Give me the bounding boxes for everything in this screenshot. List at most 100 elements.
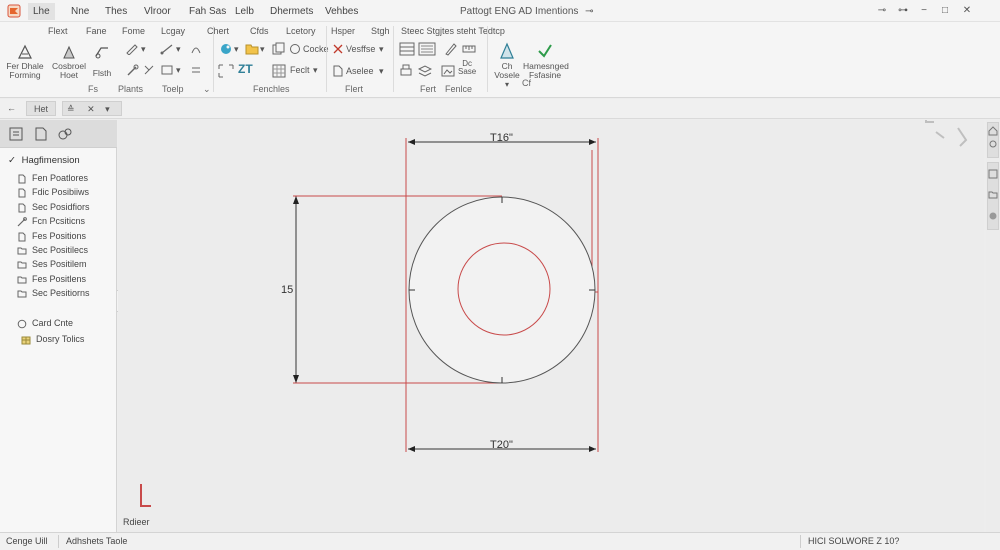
- dimension-text-bottom[interactable]: T20": [490, 439, 513, 451]
- brush-icon[interactable]: [125, 64, 139, 76]
- color-palette-icon[interactable]: [219, 42, 233, 56]
- menu-item-viewer[interactable]: Vlroor: [139, 3, 176, 20]
- feature-manager-icon[interactable]: [8, 126, 24, 142]
- ribbon-tab-cfds[interactable]: Cfds: [250, 25, 269, 37]
- ribbon-tab-fane[interactable]: Fane: [86, 25, 107, 37]
- share-icon[interactable]: ⊸: [873, 3, 891, 19]
- menu-item-vehbes[interactable]: Vehbes: [320, 3, 363, 20]
- dimension-text-top[interactable]: T16": [490, 132, 513, 144]
- tree-item[interactable]: Fen Poatlores: [17, 172, 88, 185]
- ribbon-tool-fer-dhale[interactable]: Fer Dhale Forming: [4, 44, 46, 80]
- tree-item[interactable]: Ses Positilem: [17, 258, 87, 271]
- layers-icon[interactable]: [418, 64, 432, 78]
- maximize-button[interactable]: □: [936, 3, 954, 19]
- circle-icon[interactable]: [289, 43, 301, 55]
- feclt-button[interactable]: Feclt: [290, 64, 310, 76]
- copy-icon[interactable]: [272, 42, 286, 56]
- ribbon-tool-hamesnged[interactable]: Hamesnged Fsfasine: [523, 42, 569, 80]
- extrude-icon: [63, 45, 75, 59]
- tree-item[interactable]: Fcn Pcsiticns: [17, 215, 85, 228]
- drawing-canvas[interactable]: T16" T20" 15 Rdieer: [118, 120, 984, 532]
- cocke-button[interactable]: Cocke: [303, 43, 329, 55]
- pencil-icon[interactable]: [125, 43, 139, 55]
- pen-icon[interactable]: [443, 42, 457, 56]
- dropdown-arrow-icon[interactable]: ▾: [176, 64, 181, 76]
- ribbon-tab-chert[interactable]: Chert: [207, 25, 229, 37]
- cmd-het-button[interactable]: Het: [26, 101, 56, 116]
- menu-item-dimensions[interactable]: Dhermets: [265, 3, 318, 20]
- offset-icon[interactable]: [190, 64, 202, 76]
- task-pane-tab-library[interactable]: [987, 162, 999, 230]
- dc-sase-button[interactable]: Dc Sase: [458, 60, 476, 76]
- line-icon[interactable]: [160, 43, 174, 55]
- ribbon-tab-hsper[interactable]: Hsper: [331, 25, 355, 37]
- dropdown-arrow-icon[interactable]: ▾: [260, 43, 265, 55]
- status-text-sheet[interactable]: Adhshets Taole: [66, 535, 127, 548]
- minimize-button[interactable]: −: [915, 3, 933, 19]
- menu-item-lelb[interactable]: Lelb: [230, 3, 259, 20]
- ribbon-tab-lcetory[interactable]: Lcetory: [286, 25, 316, 37]
- dropdown-arrow-icon[interactable]: ▾: [492, 80, 522, 89]
- pin-icon[interactable]: ⊸: [585, 6, 593, 17]
- measure-icon[interactable]: [462, 42, 476, 56]
- tree-item[interactable]: Fes Positlens: [17, 273, 86, 286]
- arc-icon[interactable]: [190, 43, 202, 55]
- ribbon-tab-flext[interactable]: Flext: [48, 25, 68, 37]
- tree-item[interactable]: Sec Pesitiorns: [17, 287, 90, 300]
- app-logo-icon[interactable]: [7, 4, 21, 18]
- dropdown-arrow-icon[interactable]: ▾: [141, 43, 146, 55]
- expand-icon[interactable]: ⊶: [894, 3, 912, 19]
- aselee-button[interactable]: Aselee: [346, 65, 374, 77]
- ribbon-tab-stgh[interactable]: Stgh: [371, 25, 390, 37]
- tree-item[interactable]: Dosry Tolics: [21, 333, 84, 346]
- ribbon-tool-cosbroel[interactable]: Cosbroel Hoet: [48, 44, 90, 80]
- task-pane-strip: [986, 120, 1000, 532]
- menu-item-new[interactable]: Nne: [66, 3, 94, 20]
- tree-root[interactable]: ✓ Hagfimension: [8, 155, 80, 166]
- dropdown-arrow-icon[interactable]: ▾: [379, 65, 384, 77]
- zoom-fit-icon[interactable]: [218, 64, 234, 78]
- list-icon[interactable]: [418, 42, 436, 56]
- grid-icon[interactable]: [272, 64, 286, 78]
- command-row: ← Het ≙ ✕ ▾: [0, 99, 1000, 119]
- close-button[interactable]: ✕: [958, 3, 976, 19]
- dialog-launcher-icon[interactable]: ⌄: [203, 84, 211, 95]
- ribbon-group-label: Fenlce: [445, 84, 473, 94]
- ribbon-tab-fome[interactable]: Fome: [122, 25, 145, 37]
- view-select[interactable]: ≙ ✕ ▾: [62, 101, 122, 116]
- dimension-text-left[interactable]: 15: [281, 284, 293, 296]
- zt-button[interactable]: ZT: [238, 63, 253, 75]
- config-manager-icon[interactable]: [57, 126, 73, 142]
- tree-item[interactable]: Fes Positions: [17, 230, 86, 243]
- tree-item[interactable]: Card Cnte: [17, 317, 73, 330]
- task-pane-tab-resources[interactable]: [987, 122, 999, 158]
- dropdown-arrow-icon[interactable]: ▾: [313, 64, 318, 76]
- doc-icon: [17, 230, 32, 243]
- tree-item[interactable]: Sec Positilecs: [17, 244, 88, 257]
- ribbon-tool-vosele[interactable]: Ch Vosele ▾: [492, 42, 522, 89]
- property-manager-icon[interactable]: [33, 126, 49, 142]
- menu-item-file[interactable]: Lhe: [28, 3, 55, 20]
- doc-icon: [17, 172, 32, 185]
- dropdown-arrow-icon[interactable]: ▾: [176, 43, 181, 55]
- image-icon[interactable]: [441, 64, 455, 78]
- tree-item[interactable]: Fdic Posibiiws: [17, 186, 89, 199]
- ribbon-tool-flsth[interactable]: Flsth: [88, 44, 116, 78]
- tree-item[interactable]: Sec Posidfiors: [17, 201, 90, 214]
- tree-item-label: Fcn Pcsiticns: [32, 216, 86, 226]
- menu-item-fah-sas[interactable]: Fah Sas: [184, 3, 231, 20]
- back-arrow-icon[interactable]: ←: [3, 101, 20, 116]
- folder-icon[interactable]: [245, 42, 259, 56]
- ribbon-tab-lcgay[interactable]: Lcgay: [161, 25, 185, 37]
- vesffse-button[interactable]: Vesffse: [346, 43, 375, 55]
- document-icon[interactable]: [332, 65, 344, 77]
- ribbon-tab-steec[interactable]: Steec Stgjtes steht Tedtcp: [401, 25, 505, 37]
- print-icon[interactable]: [399, 64, 413, 78]
- menu-item-these[interactable]: Thes: [100, 3, 132, 20]
- rectangle-icon[interactable]: [160, 64, 174, 76]
- table-icon[interactable]: [399, 42, 415, 56]
- dropdown-arrow-icon[interactable]: ▾: [234, 43, 239, 55]
- scissors-icon[interactable]: [332, 43, 344, 55]
- trim-icon[interactable]: [143, 64, 155, 76]
- dropdown-arrow-icon[interactable]: ▾: [379, 43, 384, 55]
